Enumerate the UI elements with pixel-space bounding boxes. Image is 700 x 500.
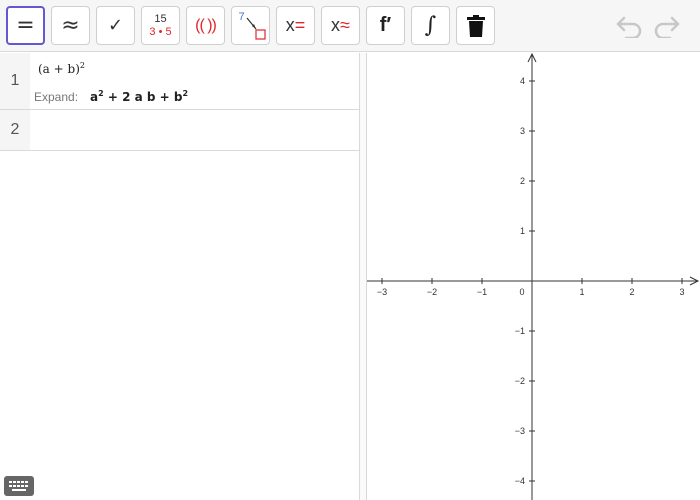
x-tick-label: −2 [427,287,437,297]
integral-button[interactable]: ∫ [411,6,450,45]
x-tick-label: 1 [579,287,584,297]
algebra-row-2[interactable]: 2 [0,110,359,151]
undo-button[interactable] [614,12,644,38]
row-number: 1 [0,53,30,109]
y-tick-label: 4 [520,76,525,86]
y-tick-label: 1 [520,226,525,236]
input-exponent: 2 [79,61,85,70]
toolbar: = ≈ ✓ 15 3 • 5 (( )) 7 x= x≈ f′ ∫ [0,0,700,52]
keyboard-button[interactable] [4,476,34,496]
equals-icon: = [16,13,35,38]
check-input-button[interactable]: ✓ [96,6,135,45]
output-term-a: a [90,90,99,104]
solve-button[interactable]: x= [276,6,315,45]
checkmark-icon: ✓ [107,15,124,36]
panel-divider[interactable] [359,53,367,500]
output-term-mid: + 2 a b + b [103,90,183,104]
numeric-button[interactable]: ≈ [51,6,90,45]
row-input-expression[interactable]: (a + b)2 [38,61,85,76]
x-tick-label: 2 [629,287,634,297]
factor-bottom-label: 3 • 5 [149,25,172,38]
redo-button[interactable] [652,12,682,38]
undo-icon [616,16,642,38]
factor-top-label: 15 [154,12,167,25]
evaluate-button[interactable]: = [6,6,45,45]
expand-button[interactable]: (( )) [186,6,225,45]
y-tick-label: 2 [520,176,525,186]
coordinate-plane[interactable]: −3 −2 −1 0 1 2 3 4 3 2 1 −1 −2 −3 −4 [367,53,700,500]
solve-icon: x= [285,15,306,35]
x-tick-label: 0 [519,287,524,297]
integral-icon: ∫ [424,13,437,38]
row-number: 2 [0,110,30,150]
substitute-button[interactable]: 7 [231,6,270,45]
numeric-solve-icon: x≈ [331,15,350,35]
x-tick-label: 3 [679,287,684,297]
y-tick-label: −2 [515,376,525,386]
delete-button[interactable] [456,6,495,45]
x-tick-label: −1 [477,287,487,297]
algebra-row-1[interactable]: 1 (a + b)2 Expand: a2 + 2 a b + b2 [0,53,359,110]
y-tick-label: −1 [515,326,525,336]
trash-icon [466,14,485,37]
y-tick-label: −3 [515,426,525,436]
redo-icon [654,16,680,38]
output-exp-b: 2 [182,89,189,98]
input-base: (a + b) [38,62,80,76]
factor-number-button[interactable]: 15 3 • 5 [141,6,180,45]
graphics-view[interactable]: −3 −2 −1 0 1 2 3 4 3 2 1 −1 −2 −3 −4 [367,53,700,500]
substitute-icon: 7 [236,11,266,41]
keyboard-icon [9,481,28,491]
y-tick-label: 3 [520,126,525,136]
expand-icon: (( )) [195,16,217,34]
derivative-icon: f′ [379,14,392,36]
y-tick-label: −4 [515,476,525,486]
derivative-button[interactable]: f′ [366,6,405,45]
numeric-solve-button[interactable]: x≈ [321,6,360,45]
x-tick-label: −3 [377,287,387,297]
output-label: Expand: [34,90,79,104]
algebra-view: 1 (a + b)2 Expand: a2 + 2 a b + b2 2 [0,53,359,500]
row-output-expression: a2 + 2 a b + b2 [90,89,188,104]
algebra-input-field[interactable] [30,110,359,150]
approx-icon: ≈ [61,13,80,38]
